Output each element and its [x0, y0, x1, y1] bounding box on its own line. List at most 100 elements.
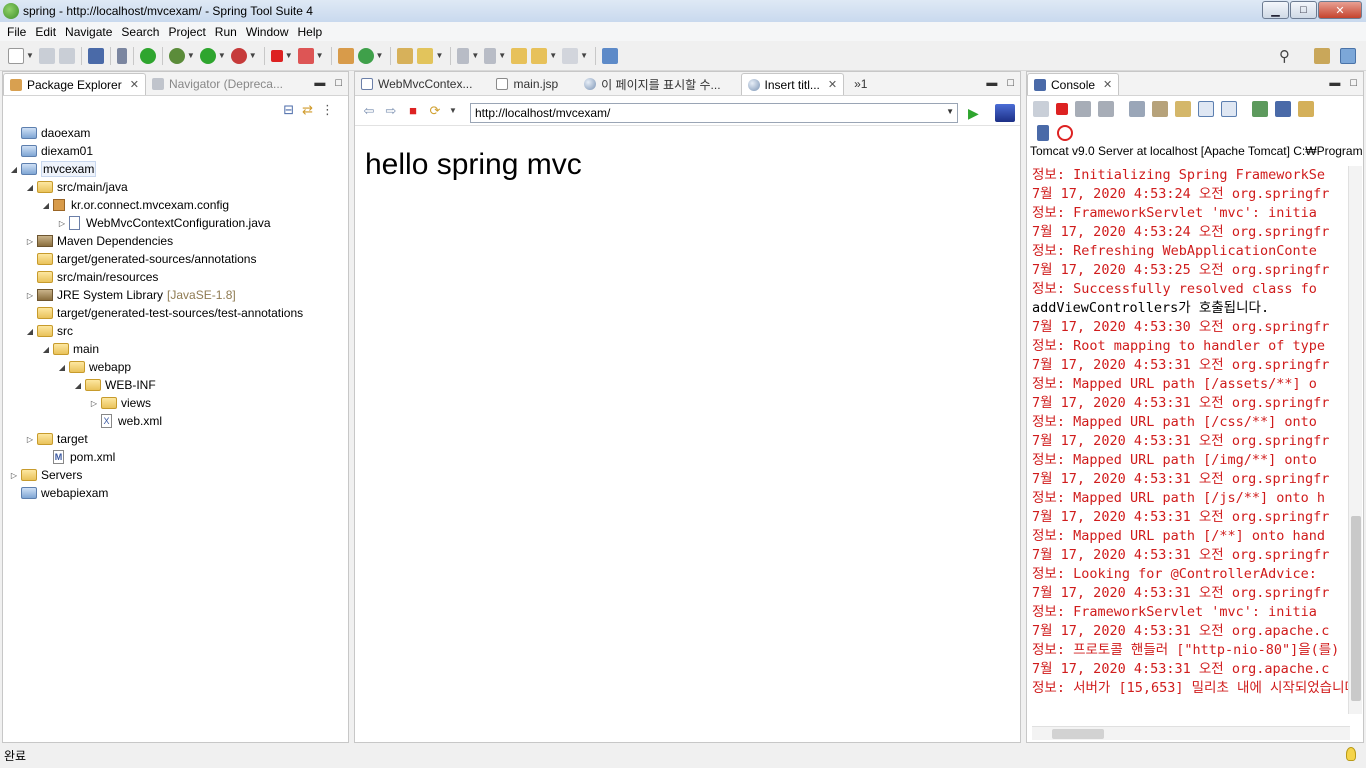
menu-navigate[interactable]: Navigate [62, 25, 118, 39]
tree-item[interactable]: ▷ Maven Dependencies [25, 232, 173, 250]
terminate-icon[interactable] [1056, 103, 1068, 115]
run-icon[interactable] [199, 47, 216, 64]
clear-console-icon[interactable] [1129, 101, 1145, 117]
refresh-icon[interactable]: ⟳ [427, 103, 443, 119]
chevron-down-icon[interactable]: ▼ [549, 51, 557, 60]
tab-browser-error[interactable]: 이 페이지를 표시할 수... [578, 73, 726, 95]
chevron-down-icon[interactable]: ▼ [187, 51, 195, 60]
menu-file[interactable]: File [4, 25, 32, 39]
display-console-icon[interactable] [1275, 101, 1291, 117]
menu-window[interactable]: Window [243, 25, 295, 39]
back-arrow-icon[interactable]: ⇦ [361, 103, 377, 119]
new-icon[interactable] [8, 47, 24, 64]
terminal-icon[interactable] [87, 47, 104, 64]
show-on-stderr-icon[interactable] [1221, 101, 1237, 117]
tab-webmvc-config[interactable]: WebMvcContex... [355, 73, 478, 95]
menu-search[interactable]: Search [118, 25, 165, 39]
tree-item[interactable]: ◢ src/main/java [25, 178, 128, 196]
scroll-lock-icon[interactable] [1152, 101, 1168, 117]
lightbulb-icon[interactable] [1346, 747, 1356, 761]
refresh-icon[interactable] [357, 47, 374, 64]
open-console-icon[interactable] [1298, 101, 1314, 117]
tree-item[interactable]: ▷ JRE System Library [JavaSE-1.8] [25, 286, 236, 304]
relaunch-icon[interactable] [1033, 101, 1049, 117]
chevron-down-icon[interactable]: ▼ [471, 51, 479, 60]
tree-item[interactable]: ◢ src [25, 322, 73, 340]
console-settings-icon[interactable] [1037, 125, 1049, 141]
open-external-browser-icon[interactable] [995, 104, 1015, 122]
tree-expander-icon[interactable]: ▷ [25, 237, 35, 246]
debug-icon[interactable] [168, 47, 185, 64]
vertical-scrollbar[interactable] [1348, 166, 1362, 714]
minimize-view-icon[interactable]: ▬ [986, 77, 997, 89]
url-input[interactable]: http://localhost/mvcexam/ ▼ [470, 103, 958, 123]
console-output[interactable]: 정보: Initializing Spring FrameworkSe 7월 17… [1032, 166, 1352, 711]
tree-expander-icon[interactable]: ▷ [25, 291, 35, 300]
prev-annotation-icon[interactable] [484, 47, 497, 64]
chevron-down-icon[interactable]: ▼ [498, 51, 506, 60]
tree-item[interactable]: src/main/resources [25, 268, 158, 286]
collapse-all-icon[interactable]: ⊟ [283, 102, 294, 118]
save-all-icon[interactable] [58, 47, 75, 64]
open-type-icon[interactable] [397, 47, 414, 64]
skip-breakpoints-icon[interactable] [116, 47, 127, 64]
chevron-down-icon[interactable]: ▼ [285, 51, 293, 60]
tree-item[interactable]: daoexam [9, 124, 90, 142]
forward-icon[interactable] [562, 47, 579, 64]
tree-expander-icon[interactable]: ◢ [73, 381, 83, 390]
maximize-button[interactable]: □ [1290, 1, 1317, 19]
tree-item[interactable]: ◢ kr.or.connect.mvcexam.config [41, 196, 229, 214]
chevron-down-icon[interactable]: ▼ [435, 51, 443, 60]
tab-package-explorer[interactable]: Package Explorer ✕ [3, 73, 146, 95]
chevron-down-icon[interactable]: ▼ [580, 51, 588, 60]
maximize-view-icon[interactable]: □ [1350, 77, 1357, 89]
tree-expander-icon[interactable]: ▷ [57, 219, 67, 228]
maximize-view-icon[interactable]: □ [1007, 77, 1014, 89]
tree-expander-icon[interactable]: ◢ [25, 183, 35, 192]
link-with-editor-icon[interactable]: ⇄ [302, 102, 313, 118]
view-menu-icon[interactable]: ⋮ [321, 102, 334, 118]
tree-expander-icon[interactable]: ▷ [89, 399, 99, 408]
chevron-down-icon[interactable]: ▼ [316, 51, 324, 60]
minimize-view-icon[interactable]: ▬ [314, 77, 325, 89]
tree-item[interactable]: ▷ views [89, 394, 151, 412]
tree-expander-icon[interactable]: ▷ [25, 435, 35, 444]
remove-launch-icon[interactable] [1075, 101, 1091, 117]
tree-item[interactable]: ◢ webapp [57, 358, 131, 376]
tab-navigator[interactable]: Navigator (Depreca... [146, 73, 289, 95]
spring-console-icon[interactable] [1057, 125, 1073, 141]
tree-expander-icon[interactable]: ◢ [41, 345, 51, 354]
tree-item[interactable]: ◢ mvcexam [9, 160, 97, 178]
remove-all-icon[interactable] [1098, 101, 1114, 117]
close-icon[interactable]: ✕ [828, 78, 837, 91]
tree-expander-icon[interactable]: ◢ [9, 165, 19, 174]
spring-boot-icon[interactable] [139, 47, 156, 64]
save-icon[interactable] [38, 47, 55, 64]
chevron-down-icon[interactable]: ▼ [249, 51, 257, 60]
relaunch-icon[interactable] [297, 47, 314, 64]
minimize-view-icon[interactable]: ▬ [1329, 77, 1340, 89]
pin-editor-icon[interactable] [602, 47, 619, 64]
next-annotation-icon[interactable] [457, 47, 470, 64]
close-icon[interactable]: ✕ [1103, 78, 1112, 91]
chevron-down-icon[interactable]: ▼ [218, 51, 226, 60]
chevron-down-icon[interactable]: ▼ [946, 107, 954, 116]
scroll-thumb[interactable] [1351, 516, 1361, 701]
tree-item[interactable]: target/generated-sources/annotations [25, 250, 256, 268]
close-window-button[interactable]: ✕ [1318, 1, 1362, 19]
chevron-down-icon[interactable]: ▼ [26, 51, 34, 60]
tab-main-jsp[interactable]: main.jsp [490, 73, 564, 95]
tree-item[interactable]: target/generated-test-sources/test-annot… [25, 304, 303, 322]
pin-console-icon[interactable] [1252, 101, 1268, 117]
forward-arrow-icon[interactable]: ⇨ [383, 103, 399, 119]
last-edit-icon[interactable] [511, 47, 528, 64]
word-wrap-icon[interactable] [1175, 101, 1191, 117]
run-external-icon[interactable] [230, 47, 247, 64]
stop-icon[interactable]: ■ [405, 103, 421, 119]
menu-run[interactable]: Run [212, 25, 243, 39]
tree-expander-icon[interactable]: ◢ [57, 363, 67, 372]
tab-overflow[interactable]: »1 [848, 73, 873, 95]
tree-item[interactable]: webapiexam [9, 484, 108, 502]
close-icon[interactable]: ✕ [130, 78, 139, 91]
open-perspective-icon[interactable] [1314, 48, 1330, 64]
